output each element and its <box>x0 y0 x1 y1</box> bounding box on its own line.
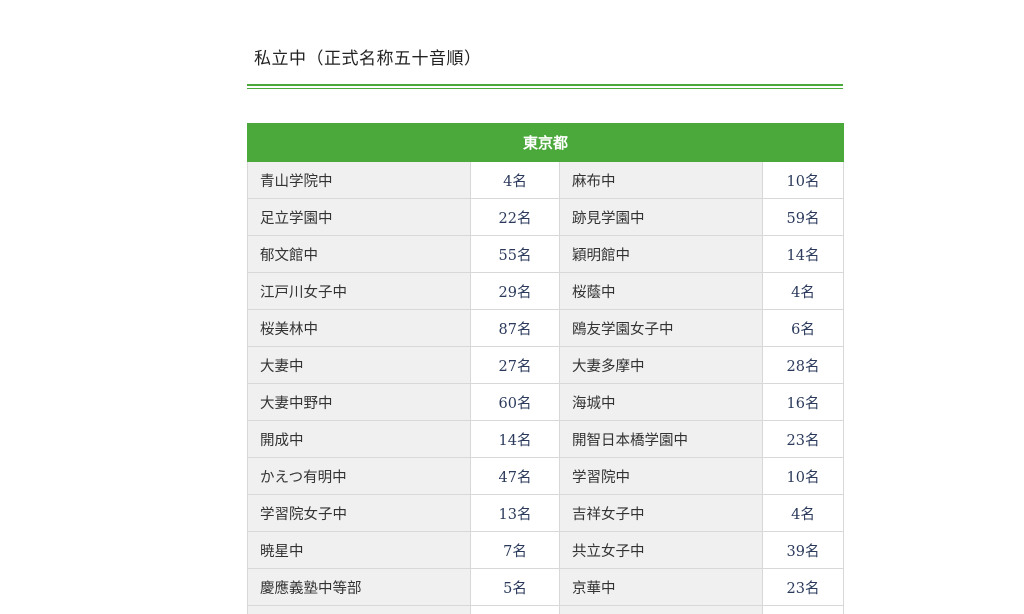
school-name-cell: 桜蔭中 <box>559 272 763 310</box>
school-name-cell: 青山学院中 <box>247 161 471 199</box>
page: 私立中（正式名称五十音順） 東京都 青山学院中 4名 麻布中 10名 足立学園中 22名跡… <box>0 0 1024 614</box>
school-name-cell: 開成中 <box>247 420 471 458</box>
school-name-cell: 郁文館中 <box>247 235 471 273</box>
pass-count-cell: 22名 <box>470 198 560 236</box>
pass-count-cell: 29名 <box>470 272 560 310</box>
school-name-cell: 開智日本橋学園中 <box>559 420 763 458</box>
school-name-cell: 共立女子中 <box>559 531 763 569</box>
table-header-row: 東京都 <box>246 123 845 162</box>
school-name-cell: 足立学園中 <box>247 198 471 236</box>
pass-count-cell: 60名 <box>470 383 560 421</box>
pass-count-cell: 13名 <box>470 494 560 532</box>
pass-count-cell: 28名 <box>761 346 845 384</box>
pass-count-cell: 39名 <box>761 531 845 569</box>
pass-count-cell: 14名 <box>470 420 560 458</box>
pass-count-cell: 23名 <box>761 568 845 606</box>
school-name-cell: 京華中 <box>559 568 763 606</box>
school-name-cell: 穎明館中 <box>559 235 763 273</box>
pass-count-cell: 4名 <box>470 161 560 199</box>
school-name-cell <box>559 605 763 614</box>
table-row <box>247 605 845 614</box>
table-row: 大妻中野中 60名 海城中 16名 <box>247 383 845 421</box>
school-name-cell: 跡見学園中 <box>559 198 763 236</box>
pass-count-cell: 6名 <box>761 309 845 347</box>
school-name-cell: 大妻多摩中 <box>559 346 763 384</box>
school-name-cell: 吉祥女子中 <box>559 494 763 532</box>
pass-count-cell: 14名 <box>761 235 845 273</box>
table-row: 学習院女子中 13名 吉祥女子中 4名 <box>247 494 845 532</box>
pass-count-cell: 27名 <box>470 346 560 384</box>
school-name-cell: 大妻中野中 <box>247 383 471 421</box>
pass-count-cell: 16名 <box>761 383 845 421</box>
school-name-cell: 学習院女子中 <box>247 494 471 532</box>
school-name-cell: 学習院中 <box>559 457 763 495</box>
table-row: 暁星中 7名 共立女子中 39名 <box>247 531 845 569</box>
school-name-cell: 暁星中 <box>247 531 471 569</box>
pass-count-cell: 87名 <box>470 309 560 347</box>
school-name-cell: 海城中 <box>559 383 763 421</box>
pass-count-cell: 4名 <box>761 272 845 310</box>
school-name-cell: かえつ有明中 <box>247 457 471 495</box>
table-row: 桜美林中 87名 鴎友学園女子中 6名 <box>247 309 845 347</box>
table-row: 足立学園中 22名 跡見学園中 59名 <box>247 198 845 236</box>
results-table: 東京都 青山学院中 4名 麻布中 10名 足立学園中 22名 跡見学園中 59名 郁文館中 55名… <box>246 123 845 614</box>
table-row: 郁文館中 55名 穎明館中 14名 <box>247 235 845 273</box>
school-name-cell: 慶應義塾中等部 <box>247 568 471 606</box>
pass-count-cell: 55名 <box>470 235 560 273</box>
pass-count-cell: 10名 <box>761 161 845 199</box>
pass-count-cell: 23名 <box>761 420 845 458</box>
table-body: 青山学院中 4名 麻布中 10名 足立学園中 22名 跡見学園中 59名 郁文館中 55名 穎明館中… <box>247 161 845 614</box>
pass-count-cell: 59名 <box>761 198 845 236</box>
title-underline <box>247 84 843 86</box>
pass-count-cell: 5名 <box>470 568 560 606</box>
pass-count-cell: 7名 <box>470 531 560 569</box>
pass-count-cell <box>470 605 560 614</box>
school-name-cell: 桜美林中 <box>247 309 471 347</box>
pass-count-cell <box>761 605 845 614</box>
pass-count-cell: 47名 <box>470 457 560 495</box>
pass-count-cell: 10名 <box>761 457 845 495</box>
school-name-cell: 鴎友学園女子中 <box>559 309 763 347</box>
table-row: かえつ有明中 47名 学習院中 10名 <box>247 457 845 495</box>
school-name-cell <box>247 605 471 614</box>
pass-count-cell: 4名 <box>761 494 845 532</box>
table-row: 大妻中 27名 大妻多摩中 28名 <box>247 346 845 384</box>
school-name-cell: 江戸川女子中 <box>247 272 471 310</box>
table-row: 江戸川女子中 29名 桜蔭中 4名 <box>247 272 845 310</box>
table-row: 慶應義塾中等部 5名 京華中 23名 <box>247 568 845 606</box>
prefecture-header: 東京都 <box>246 123 845 162</box>
title-underline-thin <box>247 88 843 89</box>
table-row: 青山学院中 4名 麻布中 10名 <box>247 161 845 199</box>
school-name-cell: 麻布中 <box>559 161 763 199</box>
section-title: 私立中（正式名称五十音順） <box>254 49 482 69</box>
school-name-cell: 大妻中 <box>247 346 471 384</box>
table-row: 開成中 14名 開智日本橋学園中 23名 <box>247 420 845 458</box>
